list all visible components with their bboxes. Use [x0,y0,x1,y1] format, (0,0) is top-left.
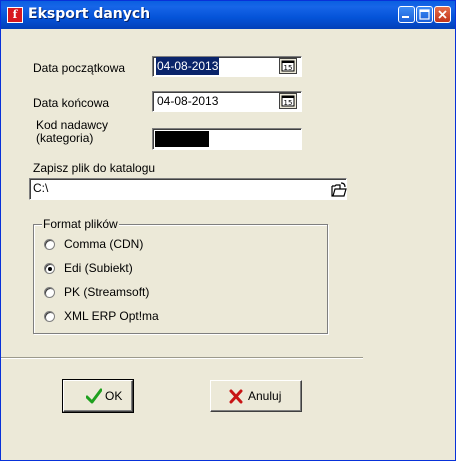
title-bar[interactable]: f Eksport danych [1,1,455,29]
format-group-legend: Format plików [42,217,119,231]
close-button[interactable] [434,6,451,23]
radio-xml-erp-optima[interactable] [44,311,55,322]
radio-comma-cdn[interactable] [44,239,55,250]
date-end-value: 04-08-2013 [157,94,219,108]
close-icon [438,10,447,19]
export-dialog: f Eksport danych Data początkowa 04-08-2… [0,0,456,461]
ok-button-label: OK [105,389,123,403]
radio-pk-streamsoft-label[interactable]: PK (Streamsoft) [64,285,149,299]
app-logo-icon[interactable]: f [7,7,23,23]
window-title: Eksport danych [28,6,151,22]
save-dir-field[interactable]: C:\ [29,178,347,200]
save-dir-label: Zapisz plik do katalogu [33,161,156,175]
calendar-icon[interactable]: 15 [279,93,297,109]
minimize-icon [402,16,409,18]
maximize-button[interactable] [416,6,433,23]
date-end-label: Data końcowa [33,96,110,110]
radio-xml-erp-optima-label[interactable]: XML ERP Opt!ma [64,309,159,323]
calendar-glyph: 15 [284,99,293,107]
cancel-button[interactable]: Anuluj [210,380,302,412]
redacted-value [155,131,209,147]
calendar-glyph: 15 [284,64,293,72]
radio-edi-subiekt[interactable] [44,263,55,274]
radio-edi-subiekt-label[interactable]: Edi (Subiekt) [64,261,133,275]
checkmark-icon [86,388,102,404]
sender-code-label-line2: (kategoria) [36,131,94,145]
cancel-x-icon [229,389,243,404]
radio-selected-dot [48,267,52,271]
radio-comma-cdn-label[interactable]: Comma (CDN) [64,237,143,251]
date-start-value: 04-08-2013 [156,57,220,75]
cancel-button-label: Anuluj [248,389,282,403]
calendar-icon[interactable]: 15 [279,58,297,74]
save-dir-value: C:\ [33,181,49,195]
sender-code-label: Kod nadawcy (kategoria) [36,119,108,145]
date-start-label: Data początkowa [33,61,126,75]
folder-open-icon[interactable] [330,181,348,199]
separator [1,357,363,359]
maximize-icon [419,9,430,20]
minimize-button[interactable] [398,6,415,23]
ok-button[interactable]: OK [62,379,134,413]
sender-code-field[interactable] [152,128,302,150]
radio-pk-streamsoft[interactable] [44,287,55,298]
